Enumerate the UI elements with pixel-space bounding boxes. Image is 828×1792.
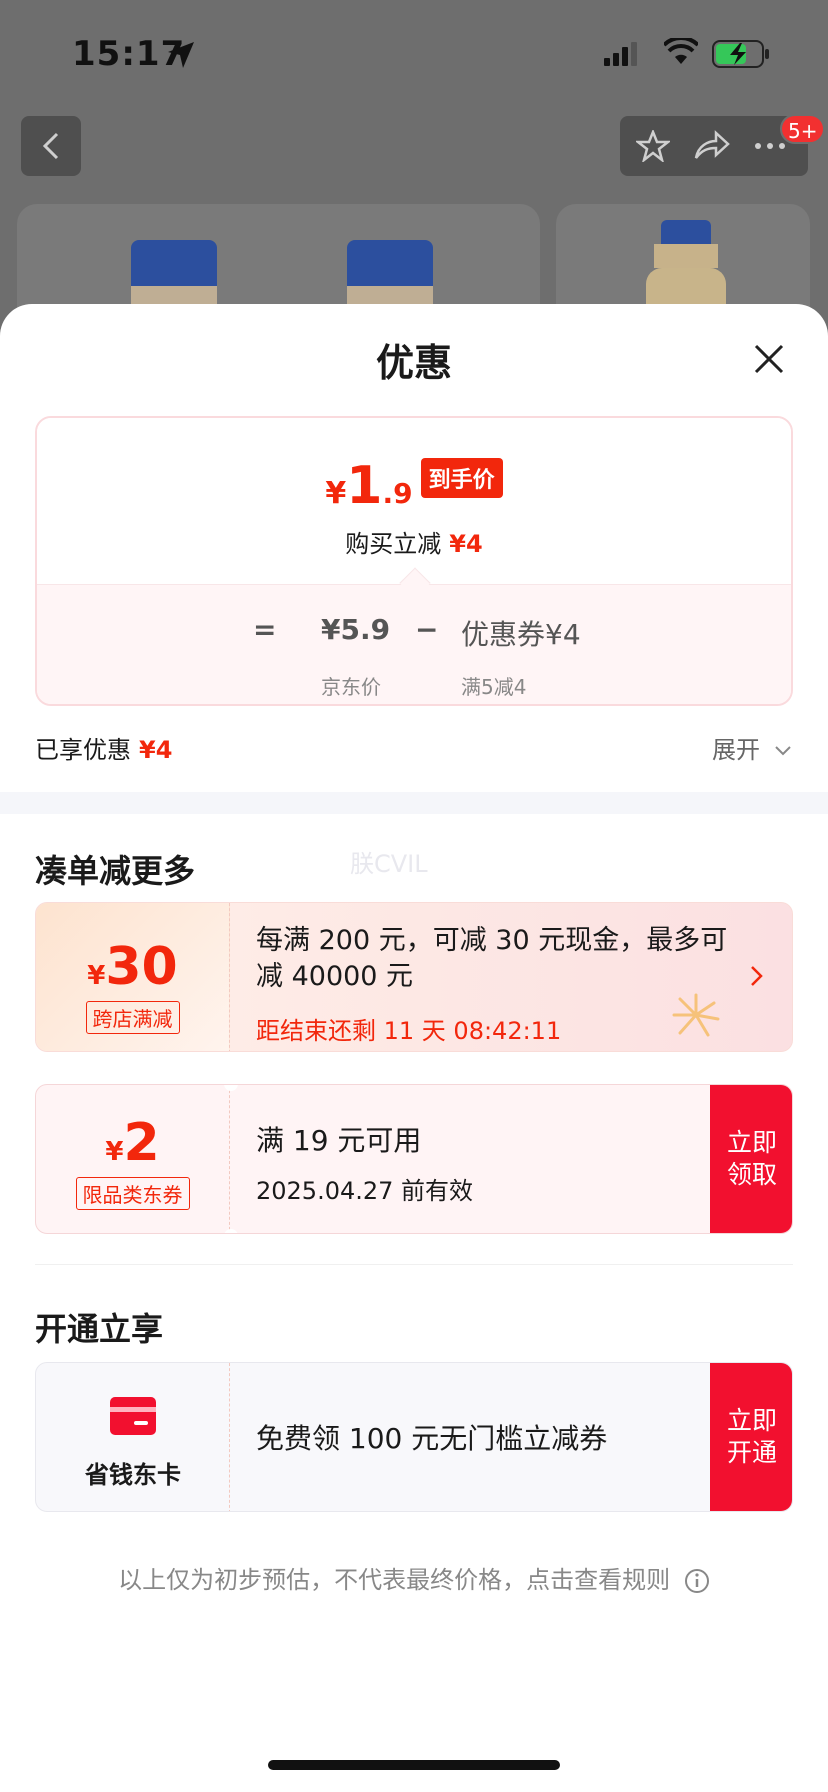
formula-equals: = [253,613,277,646]
promo-amount-section: ¥30 跨店满减 [36,903,230,1051]
enjoyed-discount: 已享优惠 ¥4 [35,730,172,765]
enjoyed-value: ¥4 [139,736,173,764]
coupon-tag: 限品类东券 [75,1177,190,1210]
jd-price-label: 京东价 [321,675,381,699]
coupon-details: 满 19 元可用 2025.04.27 前有效 [230,1085,792,1233]
credit-card-icon [110,1397,156,1435]
home-indicator[interactable] [268,1760,560,1770]
coupon-condition: 满 19 元可用 [256,1124,422,1157]
message-badge: 5+ [780,114,826,144]
back-button[interactable] [21,116,81,176]
jd-price: ¥5.9 [321,613,391,646]
promo-tag: 跨店满减 [85,1001,180,1034]
coupon-validity: 2025.04.27 前有效 [256,1177,474,1205]
discount-sheet: 优惠 ¥1.9 到手价 购买立减 ¥4 = ¥5.9 − 优惠券¥4 京东价 满5减… [0,304,828,1792]
footnote-text: 以上仅为初步预估，不代表最终价格，点击查看规则 [118,1566,671,1594]
coupon-value: ¥2 [36,1113,229,1173]
chevron-down-icon [774,746,791,756]
chevron-right-icon [751,966,763,986]
price-currency: ¥ [325,476,347,511]
activate-card-button[interactable]: 立即开通 [710,1363,792,1511]
instant-discount-label: 购买立减 [345,530,442,558]
location-arrow-icon [168,42,194,68]
battery-charging-icon [712,40,769,68]
cellular-signal-icon [604,42,637,66]
section-title-more: 凑单减更多 [35,852,196,890]
divider [35,1264,793,1265]
instant-discount-value: ¥4 [449,530,483,558]
coupon-rule: 满5减4 [461,675,527,699]
enjoyed-label: 已享优惠 [35,736,131,764]
coupon-amount: 优惠券¥4 [461,618,581,651]
instant-discount: 购买立减 ¥4 [37,524,791,559]
share-icon[interactable] [694,130,730,162]
coupon-amount-section: ¥2 限品类东券 [36,1085,230,1233]
final-price-tag: 到手价 [420,458,503,498]
category-coupon-card: ¥2 限品类东券 满 19 元可用 2025.04.27 前有效 立即领取 [35,1084,793,1234]
info-icon [684,1569,709,1593]
watermark: 朕CVIL [350,850,428,878]
expand-label: 展开 [712,736,760,764]
section-title-open: 开通立享 [35,1310,164,1348]
firework-decoration-icon [672,993,720,1037]
claim-coupon-button[interactable]: 立即领取 [710,1085,792,1233]
promo-value: 30 [105,937,178,997]
rules-link[interactable]: 以上仅为初步预估，不代表最终价格，点击查看规则 [0,1560,828,1595]
savings-card-name: 省钱东卡 [85,1461,181,1489]
close-icon[interactable] [750,340,788,378]
final-price-section: ¥1.9 到手价 购买立减 ¥4 [37,418,791,584]
chevron-left-icon [42,132,59,160]
coupon-number: 2 [123,1113,160,1173]
savings-card-brand: 省钱东卡 [36,1363,230,1511]
cross-store-promo-card[interactable]: ¥30 跨店满减 每满 200 元，可减 30 元现金，最多可减 40000 元… [35,902,793,1052]
savings-card-offer-text: 免费领 100 元无门槛立减券 [256,1422,608,1455]
promo-countdown: 距结束还剩 11 天 08:42:11 [256,1017,562,1045]
background-page: 15:17 5+ [0,0,828,344]
section-divider [0,792,828,814]
price-integer: 1 [346,456,383,516]
coupon-currency: ¥ [105,1137,124,1167]
promo-details: 每满 200 元，可减 30 元现金，最多可减 40000 元 距结束还剩 11… [230,903,792,1051]
price-breakdown: ¥1.9 到手价 购买立减 ¥4 = ¥5.9 − 优惠券¥4 京东价 满5减4 [35,416,793,706]
price-decimal: .9 [382,477,413,510]
promo-amount: ¥30 [36,937,229,997]
status-bar: 15:17 [0,0,828,100]
price-formula: = ¥5.9 − 优惠券¥4 京东价 满5减4 [37,584,791,704]
wifi-icon [664,38,698,64]
star-icon[interactable] [636,130,670,162]
formula-minus: − [415,613,439,646]
savings-card-details: 免费领 100 元无门槛立减券 [230,1363,792,1511]
promo-currency: ¥ [87,961,106,991]
savings-card-offer: 省钱东卡 免费领 100 元无门槛立减券 立即开通 [35,1362,793,1512]
final-price: ¥1.9 到手价 [37,456,791,516]
more-icon[interactable] [754,142,786,150]
sheet-title: 优惠 [375,341,452,385]
expand-button[interactable]: 展开 [712,730,792,765]
